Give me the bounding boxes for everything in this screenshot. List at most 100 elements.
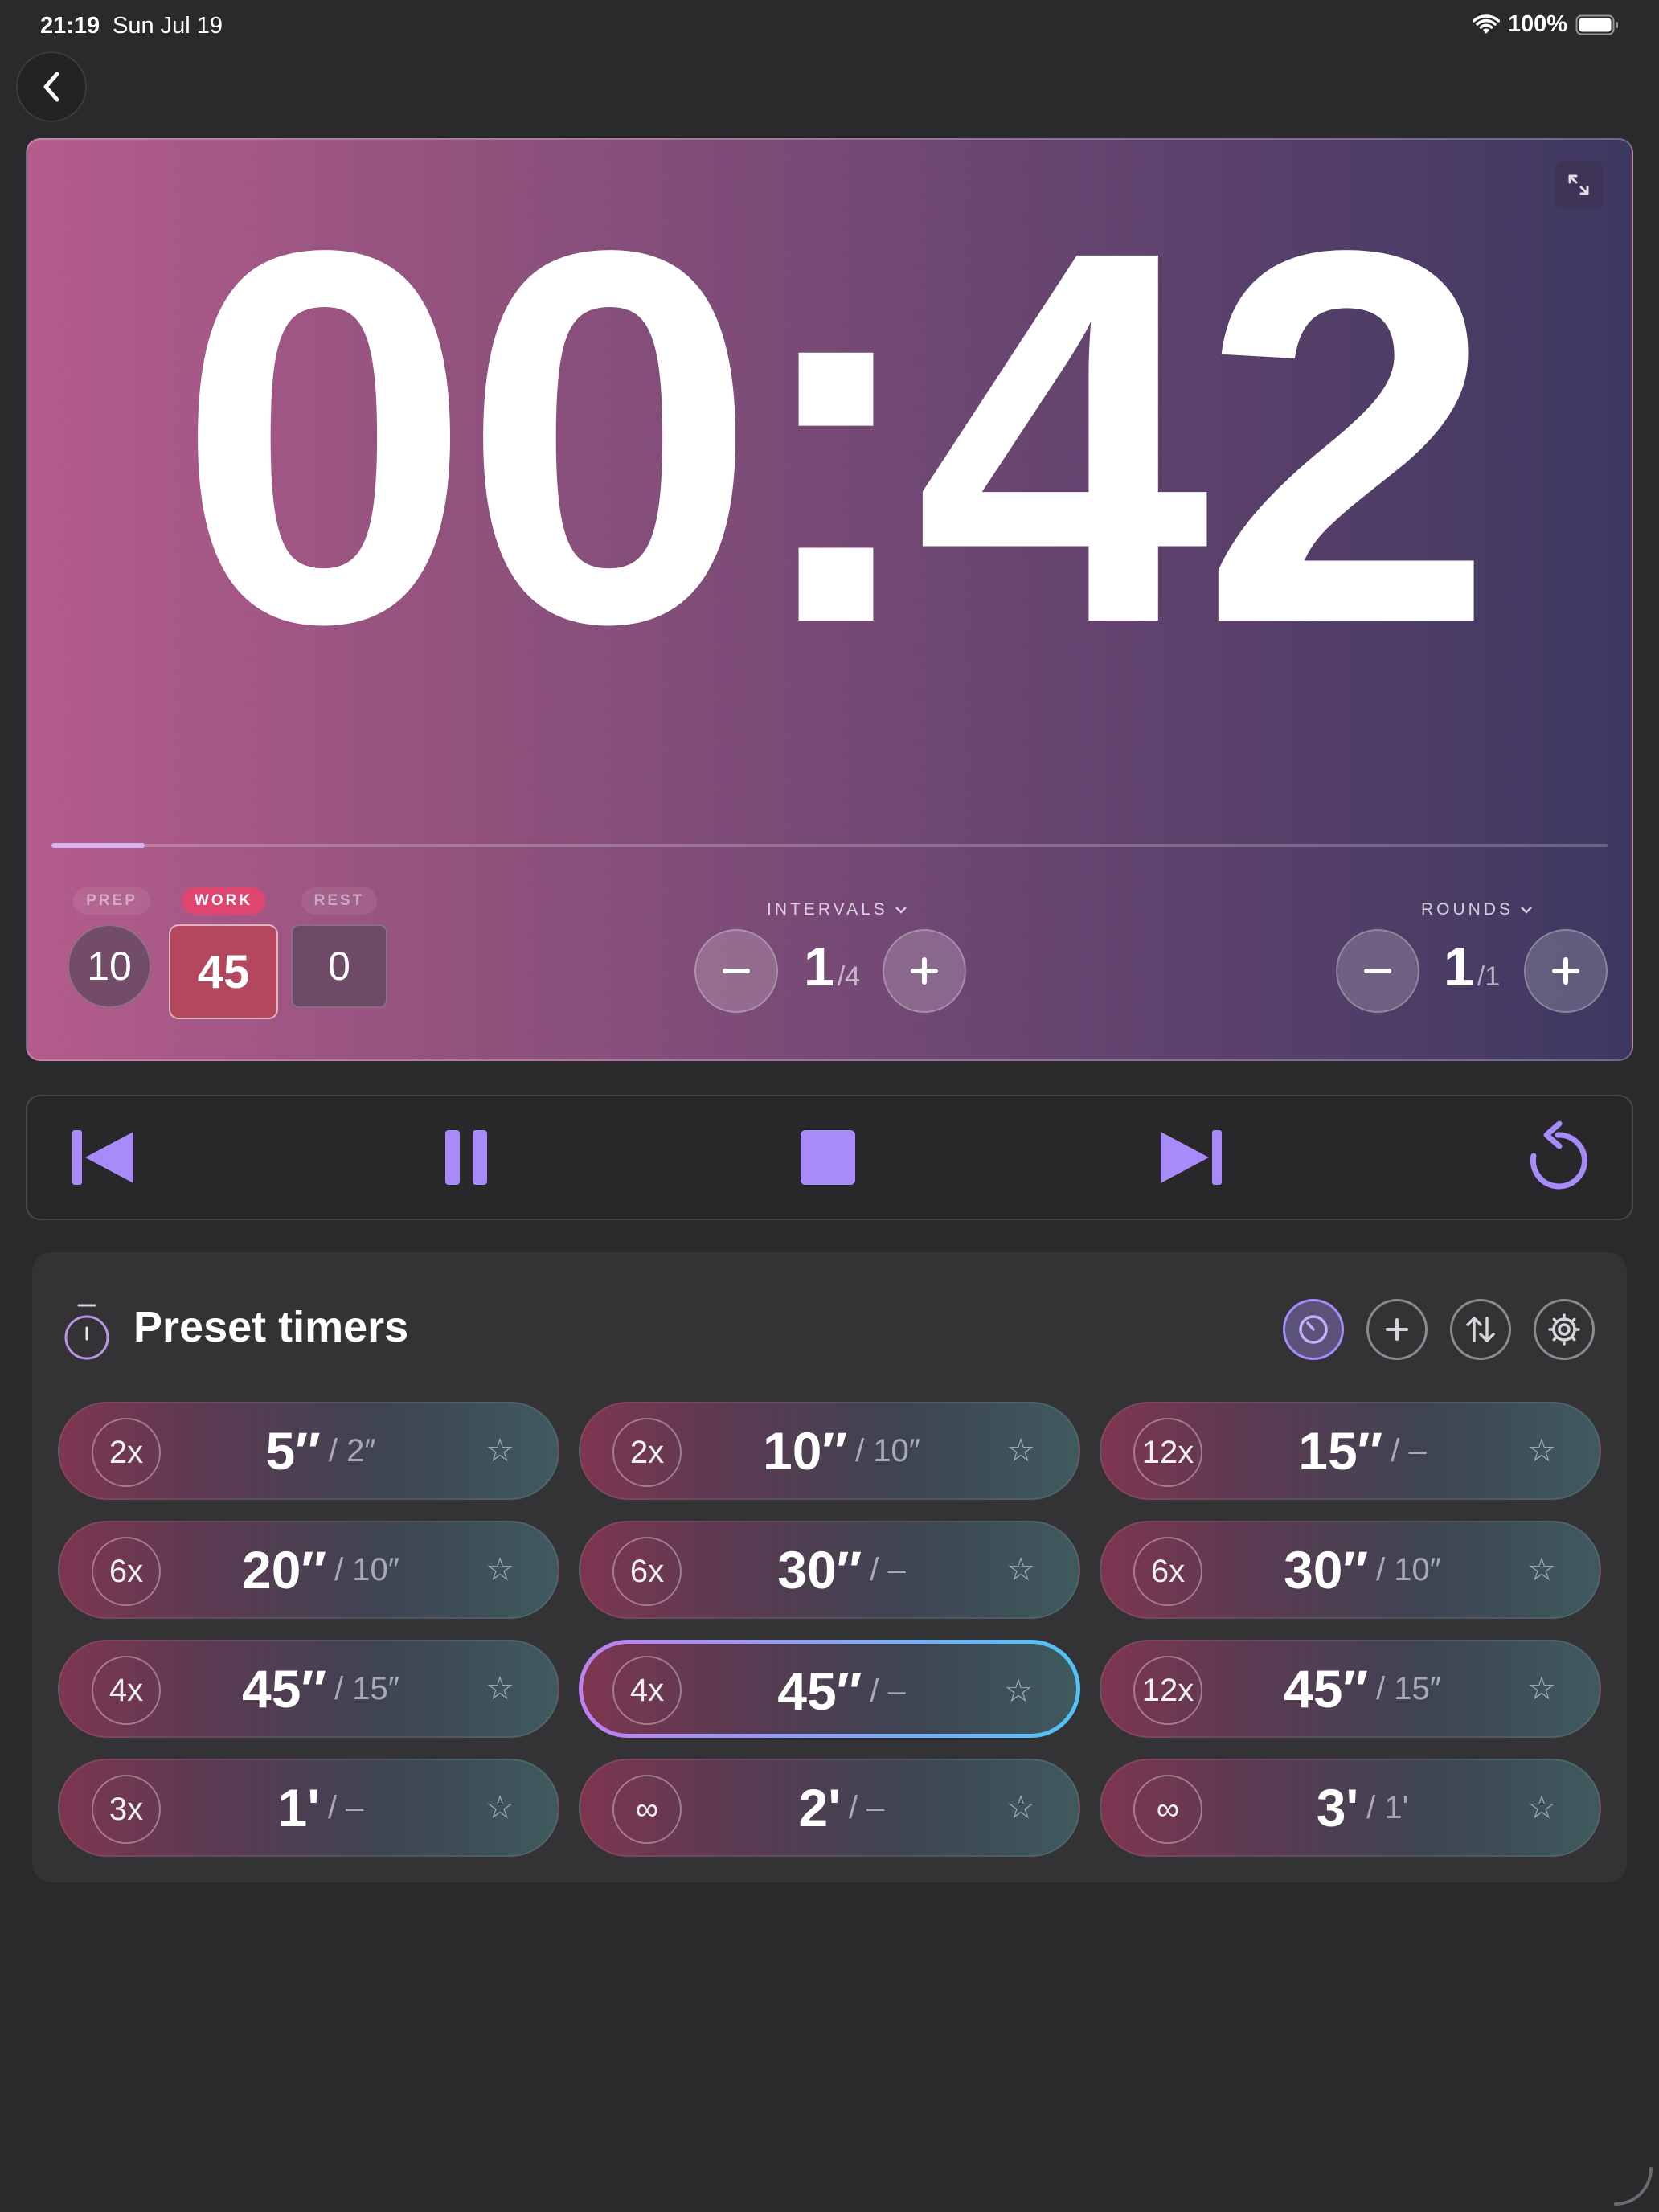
preset-repeat-count: 12x xyxy=(1133,1418,1202,1487)
favorite-star-icon[interactable]: ☆ xyxy=(485,1522,514,1617)
chevron-left-icon xyxy=(43,72,59,102)
intervals-increment-button[interactable] xyxy=(883,929,966,1013)
preset-times: 15″ / – xyxy=(1206,1403,1519,1498)
preset-work-time: 45″ xyxy=(1284,1659,1369,1718)
intervals-decrement-button[interactable] xyxy=(694,929,778,1013)
favorite-star-icon[interactable]: ☆ xyxy=(1527,1522,1556,1617)
preset-timer-button[interactable]: ∞ 3'/ 1' ☆ xyxy=(1100,1759,1601,1857)
preset-repeat-count: 4x xyxy=(612,1656,682,1725)
rounds-decrement-button[interactable] xyxy=(1336,929,1419,1013)
status-right: 100% xyxy=(1472,11,1619,38)
preset-times: 45″ / – xyxy=(687,1644,996,1739)
minus-icon xyxy=(723,969,750,973)
restart-icon xyxy=(1530,1120,1587,1190)
pause-icon xyxy=(445,1130,487,1185)
plus-icon xyxy=(1552,957,1579,985)
preset-rest-time: / 15″ xyxy=(334,1670,399,1706)
intervals-total: /4 xyxy=(837,961,861,992)
back-button[interactable] xyxy=(16,51,87,122)
timer-mode-button[interactable] xyxy=(1283,1299,1344,1360)
skip-forward-icon xyxy=(1161,1130,1222,1185)
favorite-star-icon[interactable]: ☆ xyxy=(1004,1644,1033,1739)
favorite-star-icon[interactable]: ☆ xyxy=(1527,1403,1556,1498)
preset-timers-title: Preset timers xyxy=(133,1303,409,1351)
phase-rest-label: REST xyxy=(301,887,378,915)
preset-timer-button[interactable]: 4x 45″ / – ☆ xyxy=(579,1640,1080,1738)
preset-rest-time: / – xyxy=(870,1673,906,1709)
preset-work-time: 5″ xyxy=(265,1421,321,1481)
countdown-display: 00:42 xyxy=(176,141,1495,733)
preset-work-time: 45″ xyxy=(777,1661,862,1721)
preset-timer-button[interactable]: 12x 15″ / – ☆ xyxy=(1100,1402,1601,1500)
phase-work[interactable]: WORK 45 xyxy=(169,887,278,1019)
favorite-star-icon[interactable]: ☆ xyxy=(1006,1522,1035,1617)
sort-arrows-icon xyxy=(1466,1317,1495,1342)
preset-rest-time: / – xyxy=(1391,1432,1427,1469)
favorite-star-icon[interactable]: ☆ xyxy=(485,1760,514,1855)
preset-times: 2' / – xyxy=(685,1760,998,1855)
preset-settings-button[interactable] xyxy=(1534,1299,1595,1360)
preset-rest-time: / 15″ xyxy=(1376,1670,1441,1706)
intervals-value: 1 /4 xyxy=(804,936,860,998)
status-date: Sun Jul 19 xyxy=(113,13,223,39)
skip-back-icon xyxy=(72,1130,133,1185)
sort-presets-button[interactable] xyxy=(1450,1299,1511,1360)
next-button[interactable] xyxy=(1157,1125,1225,1190)
preset-timer-button[interactable]: 12x 45″/ 15″ ☆ xyxy=(1100,1640,1601,1738)
timer-icon xyxy=(1299,1315,1328,1344)
stop-button[interactable] xyxy=(796,1125,860,1190)
phase-rest-value: 0 xyxy=(291,924,387,1008)
add-preset-button[interactable] xyxy=(1366,1299,1428,1360)
preset-times: 45″/ 15″ xyxy=(164,1641,477,1736)
stop-icon xyxy=(801,1130,855,1185)
favorite-star-icon[interactable]: ☆ xyxy=(1527,1760,1556,1855)
preset-work-time: 3' xyxy=(1316,1778,1359,1837)
preset-timer-button[interactable]: 6x 30″ / – ☆ xyxy=(579,1521,1080,1619)
preset-timer-button[interactable]: 6x 20″/ 10″ ☆ xyxy=(58,1521,559,1619)
favorite-star-icon[interactable]: ☆ xyxy=(1006,1760,1035,1855)
preset-repeat-count: 2x xyxy=(612,1418,682,1487)
preset-timer-button[interactable]: 2x 10″/ 10″ ☆ xyxy=(579,1402,1080,1500)
favorite-star-icon[interactable]: ☆ xyxy=(485,1641,514,1736)
intervals-current: 1 xyxy=(804,936,834,997)
rounds-label-text: ROUNDS xyxy=(1421,900,1514,919)
previous-button[interactable] xyxy=(69,1125,137,1190)
preset-timer-button[interactable]: ∞ 2' / – ☆ xyxy=(579,1759,1080,1857)
restart-button[interactable] xyxy=(1524,1120,1591,1194)
timer-card: 00:42 PREP 10 WORK 45 REST 0 INTERVALS 1… xyxy=(26,138,1633,1061)
intervals-label[interactable]: INTERVALS xyxy=(767,900,907,920)
battery-icon xyxy=(1575,14,1618,35)
rounds-label[interactable]: ROUNDS xyxy=(1421,900,1533,920)
preset-repeat-count: 2x xyxy=(92,1418,161,1487)
rounds-current: 1 xyxy=(1444,936,1474,997)
preset-timer-button[interactable]: 6x 30″/ 10″ ☆ xyxy=(1100,1521,1601,1619)
home-indicator-corner xyxy=(1614,2167,1653,2206)
preset-repeat-count: 3x xyxy=(92,1775,161,1844)
phase-prep-value: 10 xyxy=(68,924,151,1008)
preset-timers-panel: Preset timers 2x 5″/ 2″ ☆ 2x 10″/ 10″ ☆ 12x 15″… xyxy=(32,1252,1627,1882)
pause-button[interactable] xyxy=(442,1125,490,1190)
preset-work-time: 20″ xyxy=(242,1540,327,1600)
rounds-increment-button[interactable] xyxy=(1524,929,1608,1013)
preset-timer-button[interactable]: 4x 45″/ 15″ ☆ xyxy=(58,1640,559,1738)
favorite-star-icon[interactable]: ☆ xyxy=(1527,1641,1556,1736)
preset-repeat-count: 12x xyxy=(1133,1656,1202,1725)
preset-rest-time: / 10″ xyxy=(1376,1551,1441,1587)
preset-times: 1' / – xyxy=(164,1760,477,1855)
favorite-star-icon[interactable]: ☆ xyxy=(485,1403,514,1498)
phase-rest[interactable]: REST 0 xyxy=(291,887,387,1008)
preset-timer-button[interactable]: 2x 5″/ 2″ ☆ xyxy=(58,1402,559,1500)
preset-work-time: 30″ xyxy=(777,1540,862,1600)
status-bar: 21:19 Sun Jul 19 100% xyxy=(0,0,1659,51)
preset-timer-button[interactable]: 3x 1' / – ☆ xyxy=(58,1759,559,1857)
playback-controls xyxy=(26,1095,1633,1220)
favorite-star-icon[interactable]: ☆ xyxy=(1006,1403,1035,1498)
preset-work-time: 2' xyxy=(798,1778,841,1837)
preset-times: 30″ / – xyxy=(685,1522,998,1617)
plus-icon xyxy=(911,957,938,985)
battery-percent: 100% xyxy=(1507,11,1567,37)
preset-times: 45″/ 15″ xyxy=(1206,1641,1519,1736)
preset-times: 10″/ 10″ xyxy=(685,1403,998,1498)
phase-prep[interactable]: PREP 10 xyxy=(68,887,156,1008)
chevron-down-icon xyxy=(1521,907,1532,914)
